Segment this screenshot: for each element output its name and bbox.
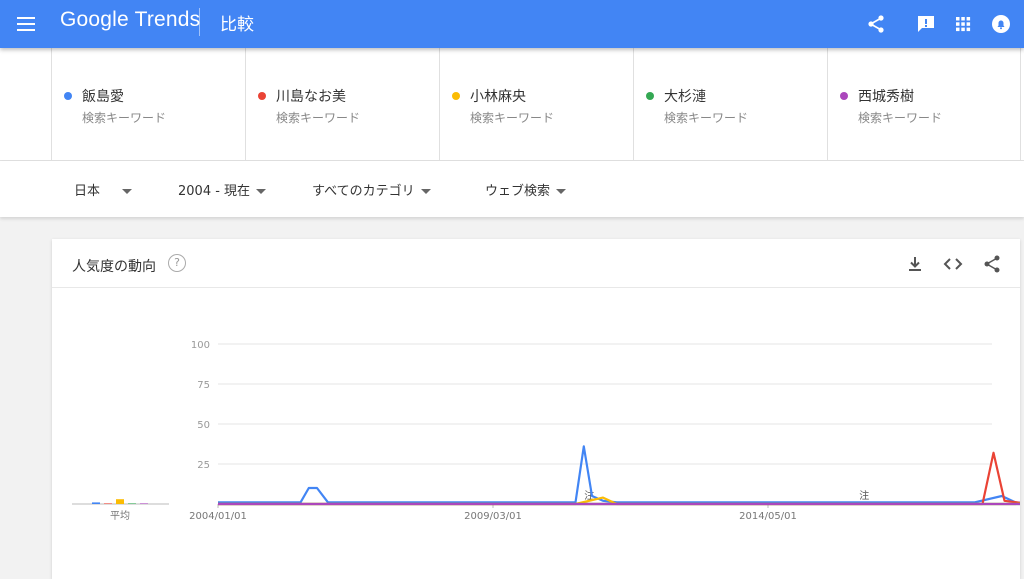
y-tick-label: 75 [197, 380, 210, 391]
category-value: すべてのカテゴリ [312, 184, 415, 199]
term-subtitle: 検索キーワード [82, 111, 167, 125]
chevron-down-icon [420, 189, 431, 194]
filter-bar: 日本 2004 - 現在 すべてのカテゴリ ウェブ検索 [0, 161, 1024, 217]
term-name: 飯島愛 [82, 89, 124, 105]
average-label: 平均 [110, 510, 130, 522]
term-subtitle: 検索キーワード [858, 111, 943, 125]
menu-icon[interactable] [14, 12, 38, 36]
series-line [218, 451, 1020, 506]
search-type-dropdown[interactable]: ウェブ検索 [485, 180, 567, 199]
term-subtitle: 検索キーワード [664, 111, 749, 125]
average-bar [140, 503, 148, 504]
term-color-dot [840, 92, 848, 100]
series-line [218, 502, 1020, 506]
term-name: 川島なお美 [276, 89, 346, 105]
period-value: 2004 - 現在 [178, 184, 251, 199]
x-tick-label: 2009/03/01 [464, 511, 522, 522]
chevron-down-icon [556, 189, 567, 194]
average-bar [128, 503, 136, 504]
term-card-4[interactable]: 大杉漣 検索キーワード [633, 48, 827, 160]
x-tick-label: 2004/01/01 [189, 511, 247, 522]
term-name: 小林麻央 [470, 89, 526, 105]
y-tick-label: 25 [197, 460, 210, 471]
x-tick-label: 2014/05/01 [739, 511, 797, 522]
share-icon[interactable] [864, 12, 888, 36]
y-tick-label: 100 [191, 340, 210, 351]
series-line [218, 502, 1020, 506]
term-card-1[interactable]: 飯島愛 検索キーワード [51, 48, 245, 160]
header-divider [199, 8, 200, 36]
average-bar [104, 503, 112, 504]
term-color-dot [646, 92, 654, 100]
page-title: 比較 [220, 15, 254, 35]
term-subtitle: 検索キーワード [470, 111, 555, 125]
average-bar [116, 499, 124, 504]
term-card-2[interactable]: 川島なお美 検索キーワード [245, 48, 439, 160]
y-tick-label: 50 [197, 420, 210, 431]
series-line [218, 445, 1020, 504]
chevron-down-icon [122, 189, 133, 194]
term-name: 大杉漣 [664, 89, 706, 105]
period-dropdown[interactable]: 2004 - 現在 [178, 180, 267, 199]
trend-chart: 100 75 50 25 2004/01/01 2009/03/01 2014/05/01 注… [72, 340, 1020, 522]
note-marker: 注 [859, 489, 869, 502]
search-type-value: ウェブ検索 [485, 184, 551, 199]
term-color-dot [258, 92, 266, 100]
notifications-icon[interactable] [989, 12, 1013, 36]
google-trends-logo[interactable]: Google Trends [60, 8, 200, 32]
region-value: 日本 [74, 184, 101, 199]
term-card-5[interactable]: 西城秀樹 検索キーワード [827, 48, 1021, 160]
average-bar [92, 502, 100, 504]
app-header: Google Trends 比較 [0, 0, 1024, 48]
region-dropdown[interactable]: 日本 [74, 180, 133, 199]
term-card-3[interactable]: 小林麻央 検索キーワード [439, 48, 633, 160]
term-color-dot [452, 92, 460, 100]
feedback-icon[interactable] [914, 12, 938, 36]
interest-over-time-card: 人気度の動向 ? 100 75 50 25 2004/01/01 2009/03/01 20… [52, 239, 1020, 579]
chevron-down-icon [256, 189, 267, 194]
category-dropdown[interactable]: すべてのカテゴリ [312, 180, 431, 199]
term-name: 西城秀樹 [858, 89, 914, 105]
compare-terms-bar: 飯島愛 検索キーワード 川島なお美 検索キーワード 小林麻央 検索キーワード 大… [0, 48, 1024, 161]
term-color-dot [64, 92, 72, 100]
term-subtitle: 検索キーワード [276, 111, 361, 125]
apps-icon[interactable] [951, 12, 975, 36]
